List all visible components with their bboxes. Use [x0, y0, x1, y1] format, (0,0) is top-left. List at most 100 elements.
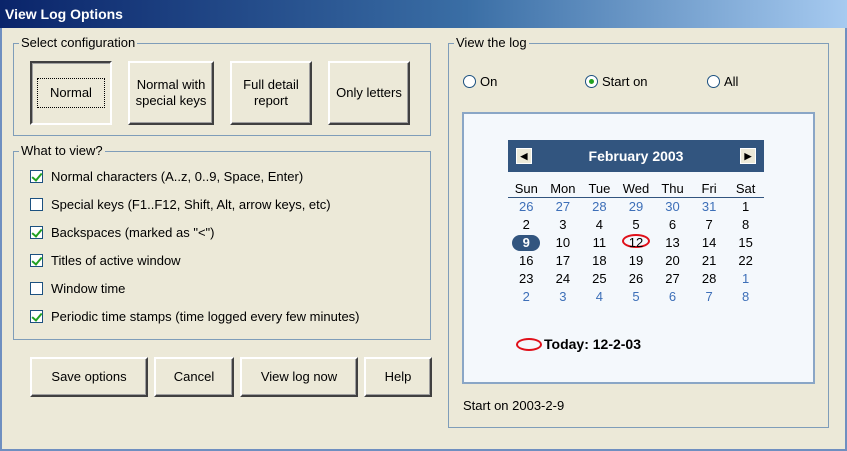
- backspaces-checkbox[interactable]: [30, 225, 43, 239]
- calendar-day[interactable]: 28: [691, 270, 728, 288]
- calendar-day[interactable]: 5: [618, 216, 655, 234]
- calendar-day[interactable]: 31: [691, 198, 728, 216]
- calendar-day[interactable]: 14: [691, 234, 728, 252]
- calendar-day-number: 22: [738, 253, 753, 268]
- calendar-day-number: 4: [595, 289, 604, 304]
- calendar-day-number: 4: [595, 217, 604, 232]
- calendar-day[interactable]: 5: [618, 288, 655, 306]
- calendar-day-number: 3: [559, 289, 567, 304]
- radio-on-label: On: [480, 74, 498, 89]
- calendar-day-number: 28: [701, 271, 717, 286]
- calendar-weekday-row: Sun Mon Tue Wed Thu Fri Sat: [508, 180, 764, 198]
- weekday-header: Wed: [622, 181, 650, 196]
- calendar-day[interactable]: 7: [691, 216, 728, 234]
- calendar-day[interactable]: 2: [508, 288, 545, 306]
- today-circle-icon: [516, 337, 542, 351]
- calendar-day[interactable]: 6: [654, 216, 691, 234]
- cancel-button[interactable]: Cancel: [154, 357, 234, 397]
- radio-on[interactable]: [463, 75, 476, 88]
- full-detail-report-button[interactable]: Full detail report: [230, 61, 312, 125]
- window-time-option[interactable]: Window time: [30, 278, 125, 298]
- calendar-day[interactable]: 16: [508, 252, 545, 270]
- radio-start-on-option[interactable]: Start on: [585, 74, 648, 89]
- backspaces-option[interactable]: Backspaces (marked as "<"): [30, 222, 214, 242]
- calendar-day[interactable]: 1: [727, 270, 764, 288]
- calendar-day[interactable]: 29: [618, 198, 655, 216]
- prev-month-arrow-icon[interactable]: ◀: [516, 148, 532, 164]
- calendar-day[interactable]: 28: [581, 198, 618, 216]
- special-keys-checkbox[interactable]: [30, 197, 43, 211]
- view-log-now-button[interactable]: View log now: [240, 357, 358, 397]
- periodic-time-stamps-checkbox[interactable]: [30, 309, 43, 323]
- calendar-day[interactable]: 27: [654, 270, 691, 288]
- window-time-checkbox[interactable]: [30, 281, 43, 295]
- calendar-day[interactable]: 26: [618, 270, 655, 288]
- normal-config-button[interactable]: Normal: [30, 61, 112, 125]
- select-configuration-legend: Select configuration: [21, 35, 136, 50]
- calendar-day[interactable]: 21: [691, 252, 728, 270]
- only-letters-label: Only letters: [336, 85, 402, 100]
- calendar-day-number: 1: [742, 199, 750, 214]
- window-time-label: Window time: [51, 280, 126, 296]
- help-button[interactable]: Help: [364, 357, 432, 397]
- calendar-day[interactable]: 7: [691, 288, 728, 306]
- radio-start-on[interactable]: [585, 75, 598, 88]
- normal-characters-checkbox[interactable]: [30, 169, 43, 183]
- calendar-day[interactable]: 23: [508, 270, 545, 288]
- calendar-day[interactable]: 9: [508, 234, 545, 252]
- today-indicator[interactable]: Today: 12-2-03: [516, 336, 641, 352]
- calendar-day[interactable]: 13: [654, 234, 691, 252]
- calendar-day[interactable]: 4: [581, 288, 618, 306]
- weekday-header: Fri: [701, 181, 717, 196]
- weekday-header: Thu: [661, 181, 684, 196]
- radio-on-option[interactable]: On: [463, 74, 497, 89]
- full-detail-report-label: Full detail report: [243, 77, 299, 108]
- next-month-arrow-icon[interactable]: ▶: [740, 148, 756, 164]
- calendar-day[interactable]: 27: [545, 198, 582, 216]
- normal-config-label: Normal: [37, 78, 105, 108]
- radio-all[interactable]: [707, 75, 720, 88]
- calendar-day[interactable]: 1: [727, 198, 764, 216]
- calendar-day[interactable]: 12: [618, 234, 655, 252]
- calendar-day[interactable]: 25: [581, 270, 618, 288]
- view-log-now-label: View log now: [260, 369, 338, 384]
- calendar-day[interactable]: 19: [618, 252, 655, 270]
- calendar-day[interactable]: 17: [545, 252, 582, 270]
- calendar-day-number: 18: [592, 253, 607, 268]
- calendar-day-number: 30: [665, 199, 680, 214]
- calendar-day[interactable]: 24: [545, 270, 582, 288]
- titles-active-window-checkbox[interactable]: [30, 253, 43, 267]
- calendar-day[interactable]: 8: [727, 216, 764, 234]
- calendar-day[interactable]: 3: [545, 216, 582, 234]
- calendar-day-number: 27: [555, 199, 571, 214]
- radio-all-option[interactable]: All: [707, 74, 738, 89]
- calendar-day[interactable]: 22: [727, 252, 764, 270]
- save-options-button[interactable]: Save options: [30, 357, 148, 397]
- special-keys-option[interactable]: Special keys (F1..F12, Shift, Alt, arrow…: [30, 194, 331, 214]
- calendar-day[interactable]: 10: [545, 234, 582, 252]
- normal-special-keys-label: Normal with special keys: [135, 77, 207, 108]
- normal-special-keys-button[interactable]: Normal with special keys: [128, 61, 214, 125]
- only-letters-button[interactable]: Only letters: [328, 61, 410, 125]
- calendar-day-number: 6: [668, 217, 677, 232]
- calendar-day[interactable]: 2: [508, 216, 545, 234]
- special-keys-label: Special keys (F1..F12, Shift, Alt, arrow…: [51, 196, 331, 212]
- periodic-time-stamps-option[interactable]: Periodic time stamps (time logged every …: [30, 306, 360, 326]
- calendar-day[interactable]: 11: [581, 234, 618, 252]
- calendar-day[interactable]: 4: [581, 216, 618, 234]
- calendar-day[interactable]: 20: [654, 252, 691, 270]
- normal-characters-label: Normal characters (A..z, 0..9, Space, En…: [51, 168, 304, 184]
- calendar-day[interactable]: 15: [727, 234, 764, 252]
- calendar-day[interactable]: 30: [654, 198, 691, 216]
- calendar-week-row: 9 10 11 12 13 14 15: [508, 234, 764, 252]
- titles-active-window-label: Titles of active window: [51, 252, 181, 268]
- calendar-day[interactable]: 3: [545, 288, 582, 306]
- calendar-day[interactable]: 6: [654, 288, 691, 306]
- calendar-day[interactable]: 26: [508, 198, 545, 216]
- calendar-day[interactable]: 18: [581, 252, 618, 270]
- select-configuration-group: Select configuration Normal Normal with …: [13, 36, 431, 136]
- titles-active-window-option[interactable]: Titles of active window: [30, 250, 181, 270]
- normal-characters-option[interactable]: Normal characters (A..z, 0..9, Space, En…: [30, 166, 303, 186]
- calendar-day[interactable]: 8: [727, 288, 764, 306]
- calendar-day-number: 2: [522, 289, 530, 304]
